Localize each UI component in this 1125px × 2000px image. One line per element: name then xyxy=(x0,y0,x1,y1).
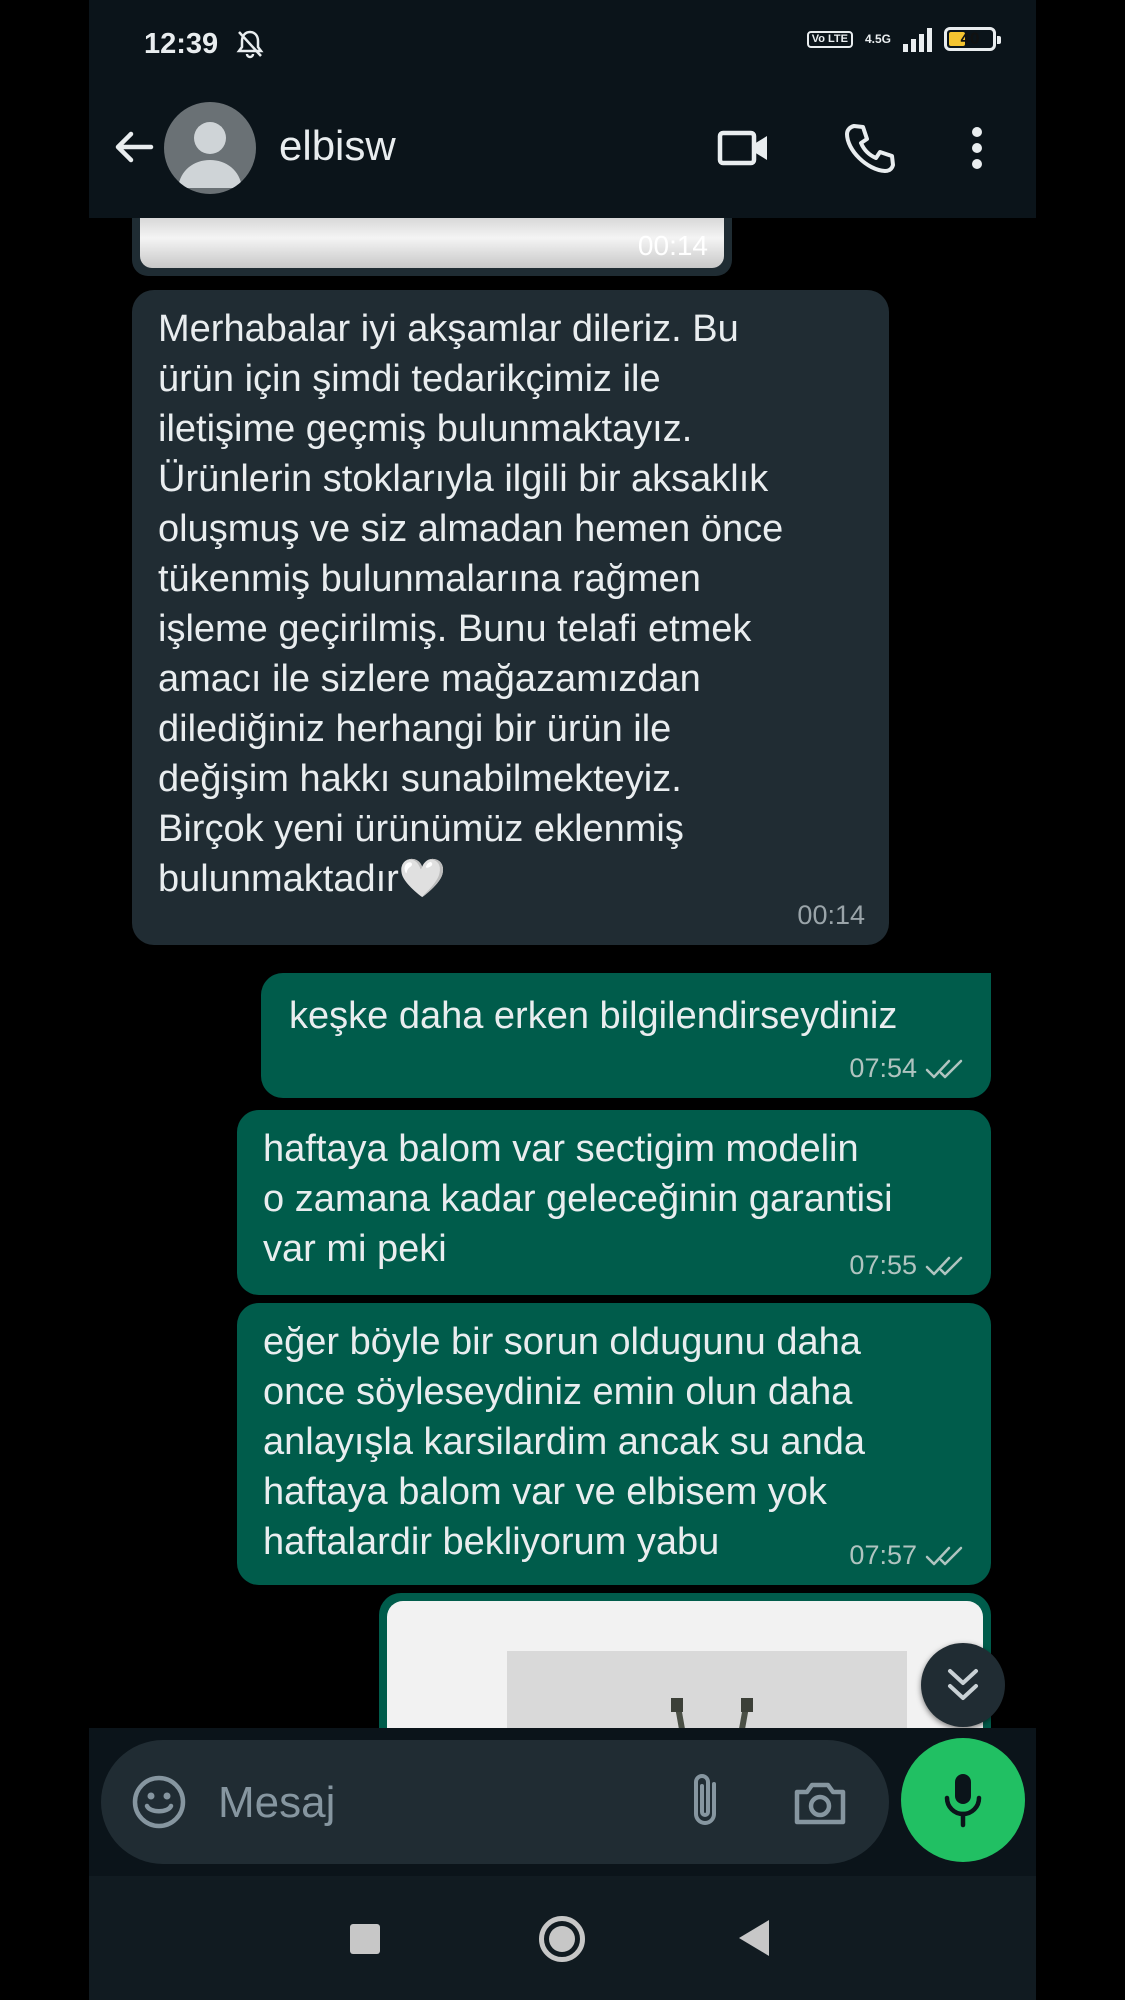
message-meta: 07:55 xyxy=(849,1250,967,1281)
chat-header: elbisw xyxy=(89,90,1036,218)
incoming-message[interactable]: Merhabalar iyi akşamlar dileriz. Bu ürün… xyxy=(132,290,889,945)
recents-square-icon[interactable] xyxy=(350,1924,380,1954)
double-chevron-down-icon xyxy=(948,1669,978,1700)
mic-icon xyxy=(944,1774,982,1828)
emoji-icon[interactable] xyxy=(129,1772,189,1832)
double-check-icon xyxy=(925,1256,963,1275)
voice-record-button[interactable] xyxy=(901,1738,1025,1862)
message-composer xyxy=(101,1740,889,1864)
back-triangle-icon[interactable] xyxy=(739,1920,769,1956)
avatar-placeholder-icon xyxy=(178,122,242,188)
message-text: Merhabalar iyi akşamlar dileriz. Bu ürün… xyxy=(158,308,784,900)
media-message-partial[interactable]: 00:14 xyxy=(132,218,732,276)
back-arrow-icon[interactable] xyxy=(109,122,159,172)
home-circle-icon[interactable] xyxy=(539,1916,585,1962)
chat-area[interactable]: 00:14 Merhabalar iyi akşamlar dileriz. B… xyxy=(89,218,1036,1728)
double-check-icon xyxy=(925,1546,963,1565)
message-time: 00:14 xyxy=(637,230,708,261)
message-text: eğer böyle bir sorun oldugunu daha once … xyxy=(263,1321,865,1563)
more-vert-icon[interactable] xyxy=(947,118,1007,178)
volte-badge: Vo LTE xyxy=(806,30,853,48)
dress-straps-image xyxy=(671,1698,753,1728)
message-time: 00:14 xyxy=(797,900,865,930)
signal-bars-icon xyxy=(903,26,932,52)
outgoing-message[interactable]: eğer böyle bir sorun oldugunu daha once … xyxy=(237,1303,991,1585)
camera-icon[interactable] xyxy=(789,1770,851,1834)
double-check-icon xyxy=(925,1059,963,1078)
message-time: 07:57 xyxy=(849,1540,917,1570)
network-type: 4.5G xyxy=(864,32,891,46)
battery-level: 40 xyxy=(960,29,980,48)
avatar[interactable] xyxy=(164,102,256,194)
phone-screen: 12:39 Vo LTE 4.5G 40 elbisw 00:14 Merhab… xyxy=(89,0,1036,2000)
outgoing-image-message[interactable] xyxy=(379,1593,991,1728)
outgoing-message[interactable]: haftaya balom var sectigim modelin o zam… xyxy=(237,1110,991,1295)
message-meta: 00:14 xyxy=(797,900,865,931)
message-time: 07:55 xyxy=(849,1250,917,1280)
message-meta: 07:54 xyxy=(849,1053,967,1084)
status-right: Vo LTE 4.5G 40 xyxy=(806,26,1001,52)
phone-icon[interactable] xyxy=(839,118,899,178)
status-time: 12:39 xyxy=(144,28,219,60)
bell-muted-icon xyxy=(236,30,264,59)
attach-icon[interactable] xyxy=(676,1770,736,1834)
media-thumbnail xyxy=(140,218,724,268)
image-preview xyxy=(387,1601,983,1728)
contact-name[interactable]: elbisw xyxy=(279,122,396,170)
scroll-to-bottom-button[interactable] xyxy=(921,1643,1005,1727)
message-input[interactable] xyxy=(216,1768,650,1838)
system-nav-bar xyxy=(89,1876,1036,2000)
message-text: keşke daha erken bilgilendirseydiniz xyxy=(289,995,898,1037)
message-time: 07:54 xyxy=(849,1053,917,1083)
message-meta: 07:57 xyxy=(849,1540,967,1571)
outgoing-message[interactable]: keşke daha erken bilgilendirseydiniz 07:… xyxy=(261,973,991,1098)
status-bar: 12:39 Vo LTE 4.5G 40 xyxy=(89,0,1036,90)
video-call-icon[interactable] xyxy=(714,118,774,178)
battery-icon: 40 xyxy=(944,27,1001,51)
